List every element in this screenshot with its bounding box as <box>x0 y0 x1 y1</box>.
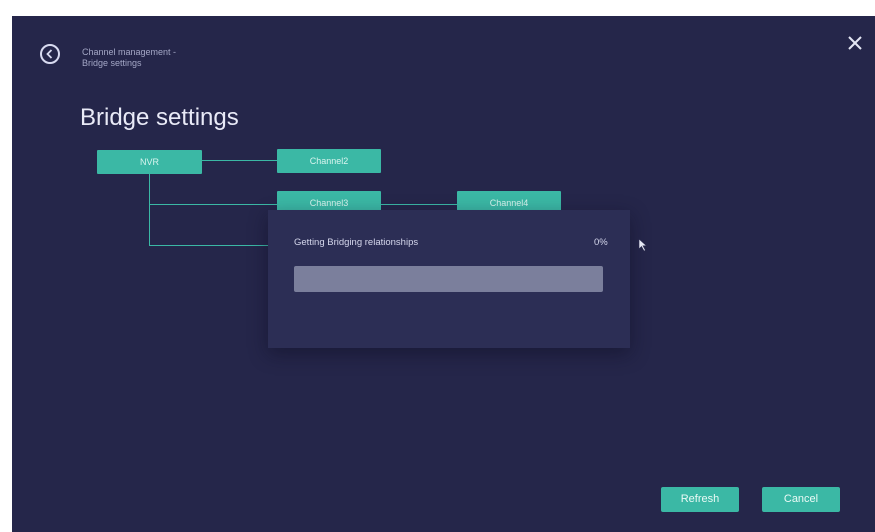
progress-percent: 0% <box>594 237 608 248</box>
connector-branch-lower <box>149 245 277 246</box>
connector-nvr-channel2 <box>201 160 277 161</box>
progress-message: Getting Bridging relationships <box>294 237 419 248</box>
node-channel2[interactable]: Channel2 <box>277 149 381 173</box>
close-button[interactable] <box>846 34 864 52</box>
node-nvr[interactable]: NVR <box>97 150 202 174</box>
page-title: Bridge settings <box>80 104 239 131</box>
mouse-cursor-icon <box>638 238 648 252</box>
progress-dialog: Getting Bridging relationships 0% <box>268 210 630 348</box>
back-arrow-icon <box>46 49 53 59</box>
breadcrumb-parent[interactable]: Channel management - <box>82 47 176 58</box>
bridge-settings-screen: Channel management - Bridge settings Bri… <box>12 16 875 532</box>
progress-bar <box>294 266 603 292</box>
breadcrumb: Channel management - Bridge settings <box>82 47 176 69</box>
breadcrumb-current: Bridge settings <box>82 58 142 68</box>
cancel-button[interactable]: Cancel <box>762 487 840 512</box>
close-icon <box>848 36 862 50</box>
back-button[interactable] <box>40 44 60 64</box>
connector-trunk <box>149 173 150 246</box>
connector-channel3-channel4 <box>381 204 457 205</box>
connector-branch-channel3 <box>149 204 277 205</box>
refresh-button[interactable]: Refresh <box>661 487 739 512</box>
